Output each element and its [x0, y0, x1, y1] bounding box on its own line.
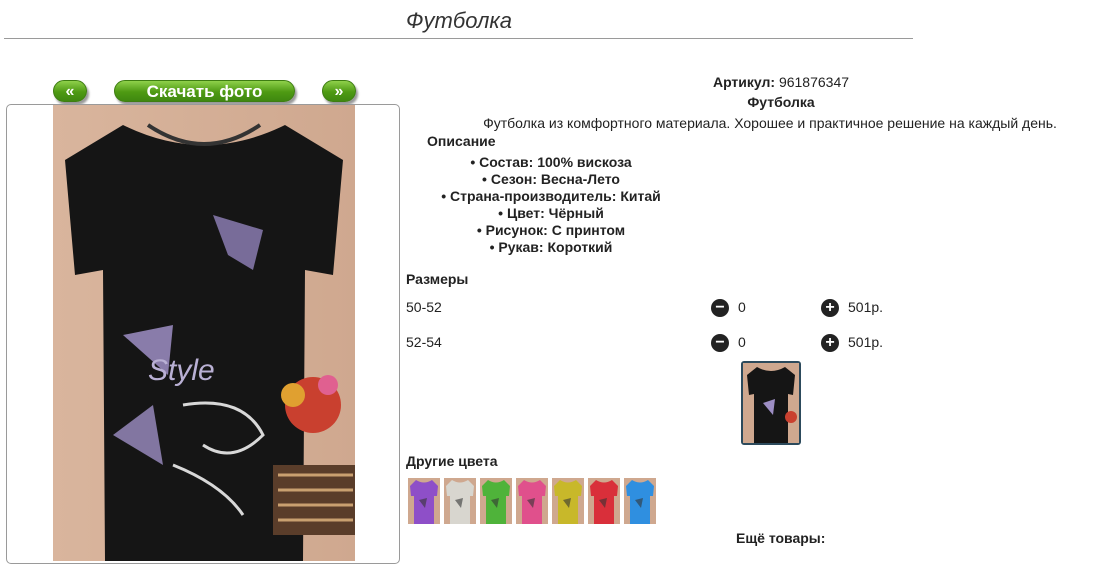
page-title: Футболка: [406, 8, 512, 33]
photo-thumbnail[interactable]: [741, 361, 801, 445]
size-row: 50-52 − 0 + 501р.: [406, 299, 906, 319]
color-swatch[interactable]: [624, 478, 656, 524]
thumbnail-image: [743, 363, 799, 443]
product-description: Футболка из комфортного материала. Хорош…: [483, 115, 1057, 131]
article-line: Артикул: 961876347: [406, 74, 1114, 90]
color-swatch[interactable]: [408, 478, 440, 524]
price-value: 501р.: [848, 299, 884, 315]
price-value: 501р.: [848, 334, 884, 350]
article-label: Артикул:: [712, 74, 776, 90]
photo-frame: Style: [6, 104, 400, 564]
description-heading: Описание: [427, 133, 496, 149]
color-swatch[interactable]: [516, 478, 548, 524]
sizes-heading: Размеры: [406, 271, 469, 287]
property-item: Сезон: Весна-Лето: [406, 171, 696, 188]
color-swatch[interactable]: [480, 478, 512, 524]
property-item: Состав: 100% вискоза: [406, 154, 696, 171]
more-products-heading: Ещё товары:: [736, 530, 826, 546]
size-label: 52-54: [406, 334, 442, 350]
other-colors-heading: Другие цвета: [406, 453, 498, 469]
title-divider: [4, 38, 913, 39]
next-photo-button[interactable]: »: [322, 80, 356, 102]
plus-circle-icon[interactable]: +: [821, 334, 839, 352]
svg-text:Style: Style: [148, 354, 215, 387]
minus-circle-icon[interactable]: −: [711, 299, 729, 317]
size-label: 50-52: [406, 299, 442, 315]
download-photo-button[interactable]: Скачать фото: [114, 80, 295, 102]
property-item: Рисунок: С принтом: [406, 222, 696, 239]
product-name: Футболка: [747, 94, 815, 110]
size-row: 52-54 − 0 + 501р.: [406, 334, 906, 354]
property-item: Рукав: Короткий: [406, 239, 696, 256]
color-swatch[interactable]: [552, 478, 584, 524]
quantity-value: 0: [738, 299, 746, 315]
properties-list: Состав: 100% вискоза Сезон: Весна-Лето С…: [406, 154, 696, 256]
property-item: Цвет: Чёрный: [406, 205, 696, 222]
quantity-value: 0: [738, 334, 746, 350]
color-swatch[interactable]: [588, 478, 620, 524]
color-swatch[interactable]: [444, 478, 476, 524]
prev-photo-button[interactable]: «: [53, 80, 87, 102]
main-product-photo: Style: [53, 105, 355, 561]
plus-circle-icon[interactable]: +: [821, 299, 839, 317]
property-item: Страна-производитель: Китай: [406, 188, 696, 205]
minus-circle-icon[interactable]: −: [711, 334, 729, 352]
article-value: 961876347: [778, 74, 850, 90]
